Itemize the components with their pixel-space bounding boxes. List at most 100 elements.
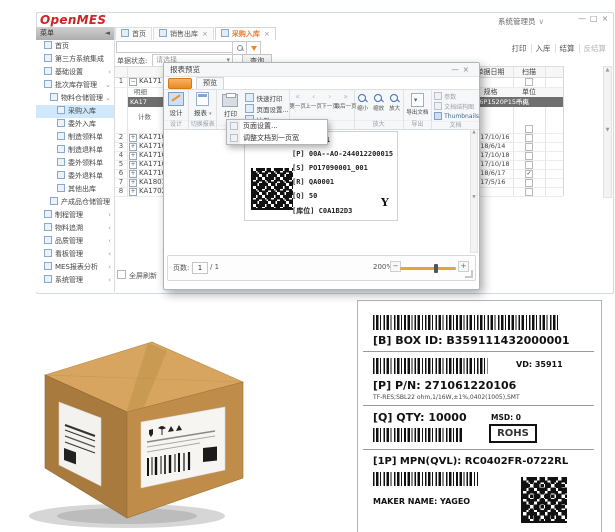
sidebar-item-integration[interactable]: 第三方系统集成 bbox=[36, 53, 114, 66]
sidebar-item-mes-reports[interactable]: MES报表分析‹ bbox=[36, 261, 114, 274]
scan-checkbox-checked[interactable]: ✓ bbox=[525, 170, 533, 178]
close-button[interactable]: × bbox=[602, 14, 613, 23]
scan-checkbox[interactable] bbox=[525, 188, 533, 196]
sidebar-item-finished-warehouse[interactable]: 产成品仓储管理‹ bbox=[36, 196, 114, 209]
first-page-icon: « bbox=[295, 92, 300, 102]
quick-print-button[interactable]: 快速打印 bbox=[243, 92, 290, 103]
zoom-button[interactable]: 缩放 bbox=[371, 92, 387, 112]
scan-checkbox[interactable] bbox=[525, 78, 533, 86]
user-menu[interactable]: 系统管理员∨ bbox=[498, 16, 544, 27]
menu-icon bbox=[57, 106, 65, 114]
dialog-minimize-button[interactable]: — bbox=[451, 65, 463, 74]
tab-icon bbox=[159, 29, 167, 37]
barcode-mpn bbox=[373, 472, 478, 486]
chevron-icon: ⌄ bbox=[105, 92, 111, 105]
scan-checkbox[interactable] bbox=[525, 179, 533, 187]
sidebar-item-process-mgmt[interactable]: 制程管理‹ bbox=[36, 209, 114, 222]
expand-icon[interactable]: + bbox=[129, 179, 137, 187]
export-button[interactable]: 导出文档 bbox=[406, 92, 428, 116]
maximize-button[interactable]: □ bbox=[590, 14, 602, 23]
settle-button[interactable]: 结算 bbox=[555, 44, 579, 53]
scan-checkbox[interactable] bbox=[525, 134, 533, 142]
file-tab[interactable] bbox=[168, 78, 192, 89]
label-line: [Q] 50 bbox=[292, 192, 317, 200]
fullscreen-toggle[interactable]: 全屏刷新 bbox=[117, 270, 157, 281]
search-button[interactable] bbox=[232, 41, 247, 55]
search-input[interactable] bbox=[116, 41, 234, 53]
sidebar-item-other-outbound[interactable]: 其他出库 bbox=[36, 183, 114, 196]
design-button[interactable]: 设计 bbox=[168, 92, 184, 117]
sidebar-item-mfg-return[interactable]: 制造退料单 bbox=[36, 144, 114, 157]
expand-icon[interactable]: + bbox=[129, 134, 137, 142]
sidebar-item-outsource-return[interactable]: 委外退料单 bbox=[36, 170, 114, 183]
inbound-button[interactable]: 入库 bbox=[531, 44, 555, 53]
scan-checkbox[interactable] bbox=[525, 125, 533, 133]
tab-sales-outbound[interactable]: 销售出库× bbox=[153, 27, 214, 40]
sidebar-item-outsource-inbound[interactable]: 委外入库 bbox=[36, 118, 114, 131]
grid-scrollbar[interactable]: ▲▼ bbox=[603, 66, 612, 198]
report-button[interactable]: 报表 ▾ bbox=[194, 92, 212, 117]
last-page-button[interactable]: »最后一页 bbox=[338, 92, 354, 110]
sidebar-item-purchase-inbound[interactable]: 采购入库 bbox=[36, 105, 114, 118]
close-icon[interactable]: × bbox=[264, 30, 270, 38]
zoom-in-icon bbox=[390, 94, 399, 103]
dialog-titlebar[interactable]: 报表预览 —× bbox=[164, 63, 479, 77]
close-icon[interactable]: × bbox=[202, 30, 208, 38]
expand-icon[interactable]: + bbox=[129, 161, 137, 169]
thumbnails-button[interactable]: Thumbnails bbox=[432, 111, 479, 121]
zoom-in-button[interactable]: 放大 bbox=[387, 92, 403, 112]
collapse-icon[interactable]: − bbox=[129, 78, 137, 86]
print-button[interactable]: 打印 bbox=[508, 44, 531, 53]
window-controls: —□× bbox=[578, 14, 612, 23]
sidebar-item-kanban-mgmt[interactable]: 看板管理‹ bbox=[36, 248, 114, 261]
pin-icon[interactable]: ◄ bbox=[105, 27, 110, 40]
resize-grip[interactable] bbox=[465, 270, 473, 278]
detail-selected-row[interactable]: 246P1520P15mm 千克 bbox=[468, 97, 563, 107]
preview-scrollbar[interactable]: ▲▼ bbox=[470, 129, 478, 253]
menu-icon bbox=[44, 41, 52, 49]
sidebar-item-material-trace[interactable]: 物料追溯‹ bbox=[36, 222, 114, 235]
expand-icon[interactable]: + bbox=[129, 170, 137, 178]
filter-button[interactable] bbox=[246, 41, 261, 55]
prev-page-button[interactable]: ‹上一页 bbox=[306, 92, 322, 110]
document-map-button[interactable]: 文档结构图 bbox=[432, 101, 479, 111]
first-page-button[interactable]: «第一页 bbox=[290, 92, 306, 110]
dialog-close-button[interactable]: × bbox=[463, 65, 473, 74]
print-button-large[interactable]: 打印 bbox=[217, 92, 243, 118]
expand-icon[interactable]: + bbox=[129, 143, 137, 151]
sidebar-item-system-mgmt[interactable]: 系统管理‹ bbox=[36, 274, 114, 287]
column-header-scan[interactable]: 扫描 bbox=[513, 67, 545, 77]
selected-detail-cell[interactable]: KA17 bbox=[128, 97, 164, 107]
column-header-unit[interactable]: 单位 bbox=[513, 88, 545, 97]
sidebar-item-basic-settings[interactable]: 基础设置‹ bbox=[36, 66, 114, 79]
unsettle-button[interactable]: 反结算 bbox=[579, 44, 611, 53]
label-line: [R] QA0001 bbox=[292, 178, 334, 186]
sidebar-item-quality-mgmt[interactable]: 品质管理‹ bbox=[36, 235, 114, 248]
zoom-slider[interactable] bbox=[400, 267, 456, 270]
menu-item-fit-page[interactable]: 调整文档到一页宽 bbox=[227, 132, 327, 144]
sidebar-item-material-warehouse[interactable]: 物料仓储管理⌄ bbox=[36, 92, 114, 105]
scan-checkbox[interactable] bbox=[525, 161, 533, 169]
menu-item-page-setup[interactable]: 页面设置... bbox=[227, 120, 327, 132]
sidebar-item-batch-inventory[interactable]: 批次库存管理⌄ bbox=[36, 79, 114, 92]
checkbox-icon[interactable] bbox=[117, 270, 126, 279]
tab-home[interactable]: 首页 bbox=[115, 27, 152, 40]
tab-preview[interactable]: 预览 bbox=[196, 77, 224, 89]
expand-icon[interactable]: + bbox=[129, 152, 137, 160]
tab-purchase-inbound[interactable]: 采购入库× bbox=[215, 27, 276, 40]
expand-icon[interactable]: + bbox=[129, 188, 137, 196]
zoom-minus-button[interactable]: − bbox=[390, 261, 401, 272]
count-label: 计数 bbox=[138, 111, 151, 121]
scan-checkbox[interactable] bbox=[525, 143, 533, 151]
zoom-out-button[interactable]: 缩小 bbox=[355, 92, 371, 112]
minimize-button[interactable]: — bbox=[578, 14, 590, 23]
page-setup-button[interactable]: 页面设置... bbox=[243, 103, 290, 114]
tab-bar: 首页 销售出库× 采购入库× bbox=[115, 27, 277, 40]
zoom-slider-handle[interactable] bbox=[434, 264, 438, 273]
page-number-input[interactable]: 1 bbox=[192, 262, 208, 274]
sidebar-item-home[interactable]: 首页 bbox=[36, 40, 114, 53]
sidebar-item-outsource-picking[interactable]: 委外领料单 bbox=[36, 157, 114, 170]
sidebar-item-mfg-picking[interactable]: 制造领料单 bbox=[36, 131, 114, 144]
scan-checkbox[interactable] bbox=[525, 152, 533, 160]
parameters-button[interactable]: 参数 bbox=[432, 91, 479, 101]
